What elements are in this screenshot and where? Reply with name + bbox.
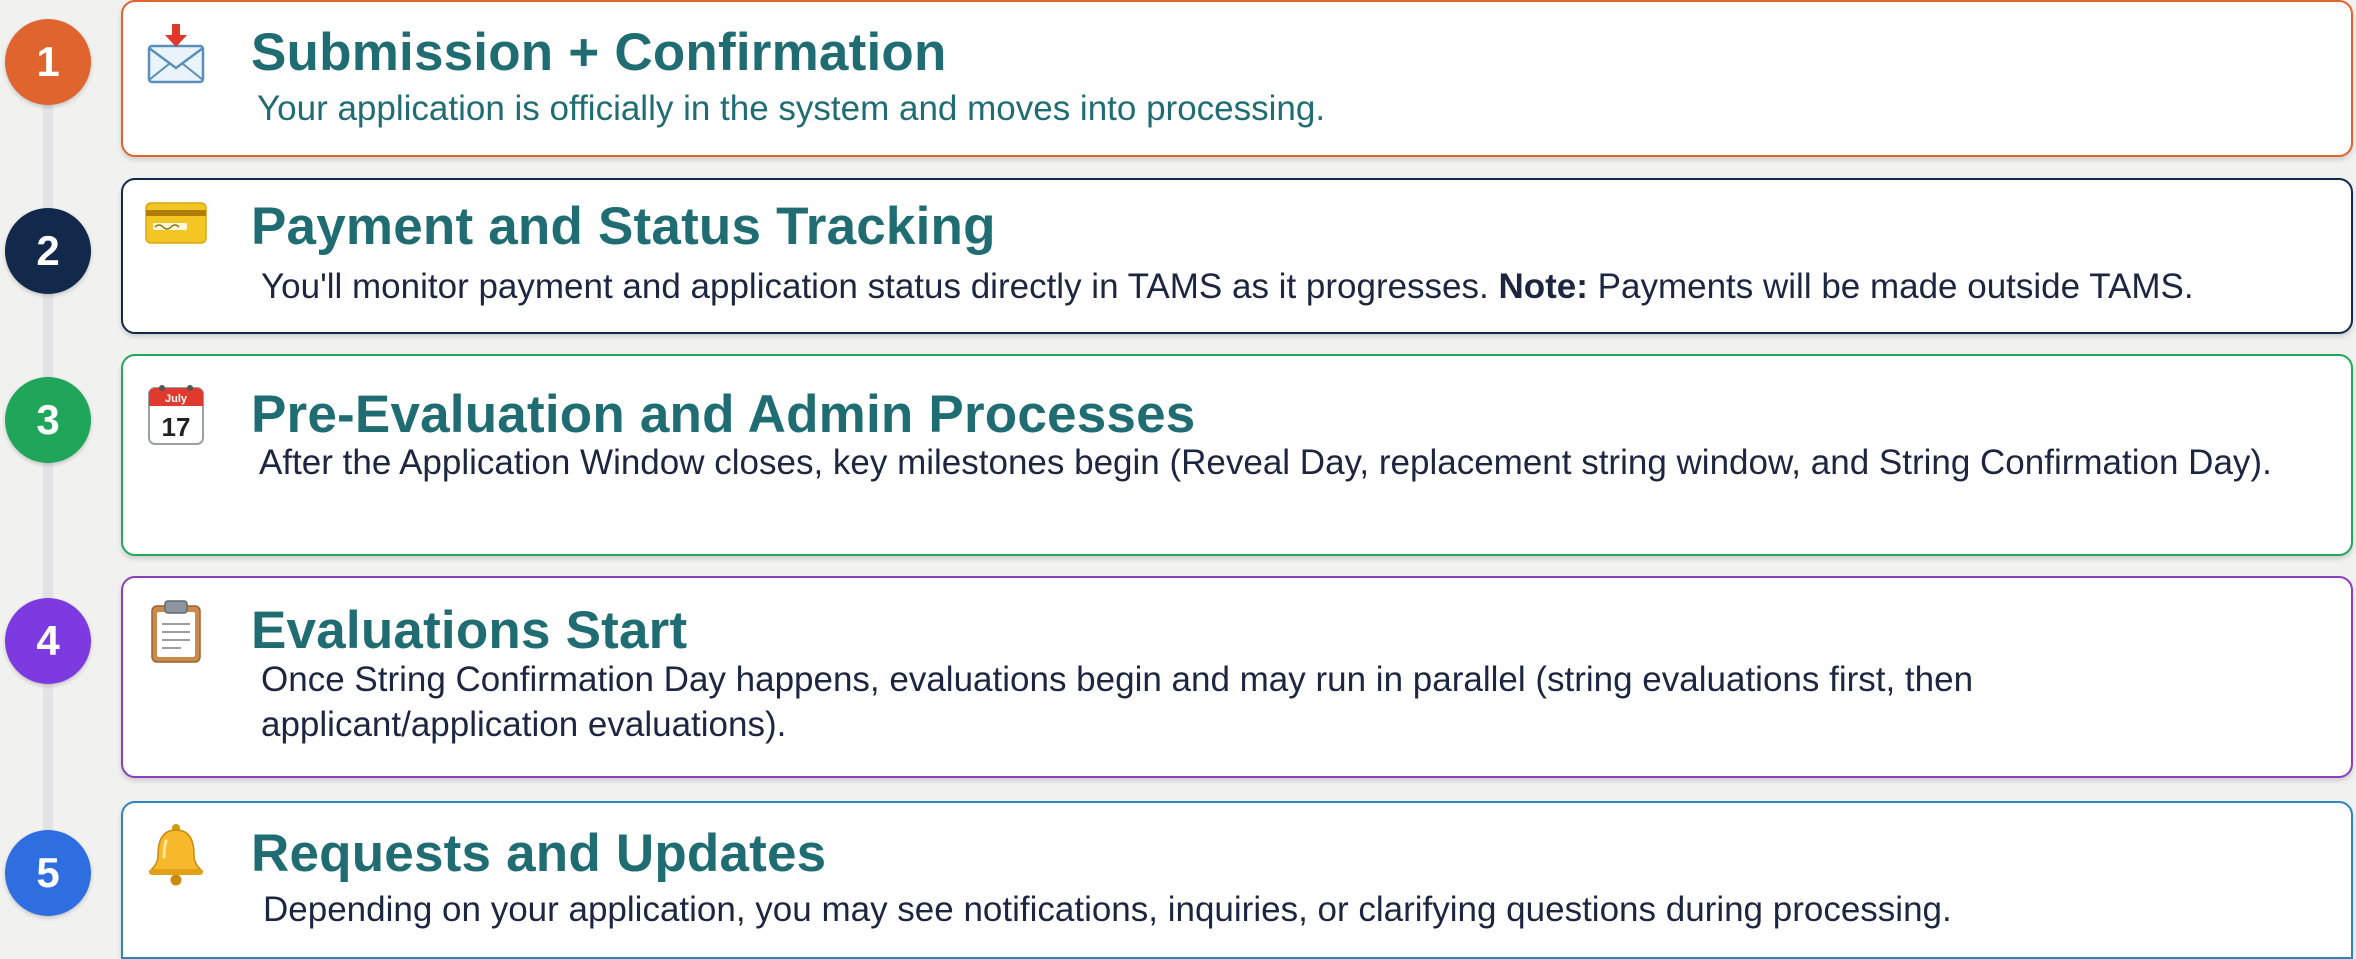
timeline-connector (43, 60, 53, 900)
step-5-card: Requests and Updates Depending on your a… (121, 801, 2353, 959)
step-1-card: Submission + Confirmation Your applicati… (121, 0, 2353, 157)
bell-icon (143, 821, 209, 887)
calendar-icon: July 17 (143, 382, 209, 448)
step-2-number-badge: 2 (5, 208, 91, 294)
step-5-title: Requests and Updates (251, 824, 827, 883)
step-2-note-label: Note: (1498, 267, 1588, 306)
step-1-number-badge: 1 (5, 19, 91, 105)
process-timeline: 1 Submission + Confirmation Your applica… (0, 0, 2356, 959)
step-3-card: July 17 Pre-Evaluation and Admin Process… (121, 354, 2353, 556)
step-2-description: You'll monitor payment and application s… (261, 264, 2341, 309)
envelope-with-arrow-icon (143, 22, 209, 88)
step-1-title: Submission + Confirmation (251, 23, 947, 82)
step-3-number-badge: 3 (5, 377, 91, 463)
calendar-day: 17 (162, 412, 191, 442)
step-4-title: Evaluations Start (251, 601, 688, 660)
step-5-description: Depending on your application, you may s… (263, 890, 1952, 929)
calendar-month: July (165, 393, 188, 405)
clipboard-icon (143, 598, 209, 664)
step-1-description: Your application is officially in the sy… (257, 89, 1326, 128)
step-4-number-badge: 4 (5, 598, 91, 684)
step-5-number-badge: 5 (5, 830, 91, 916)
credit-card-icon (143, 188, 209, 254)
step-2-title: Payment and Status Tracking (251, 197, 996, 256)
step-3-description: After the Application Window closes, key… (259, 443, 2272, 482)
step-4-description: Once String Confirmation Day happens, ev… (261, 660, 1974, 744)
step-2-description-text: You'll monitor payment and application s… (261, 267, 1499, 306)
step-2-card: Payment and Status Tracking You'll monit… (121, 178, 2353, 334)
step-2-description-note: Payments will be made outside TAMS. (1587, 267, 2194, 306)
step-3-title: Pre-Evaluation and Admin Processes (251, 385, 1196, 444)
step-4-card: Evaluations Start Once String Confirmati… (121, 576, 2353, 778)
